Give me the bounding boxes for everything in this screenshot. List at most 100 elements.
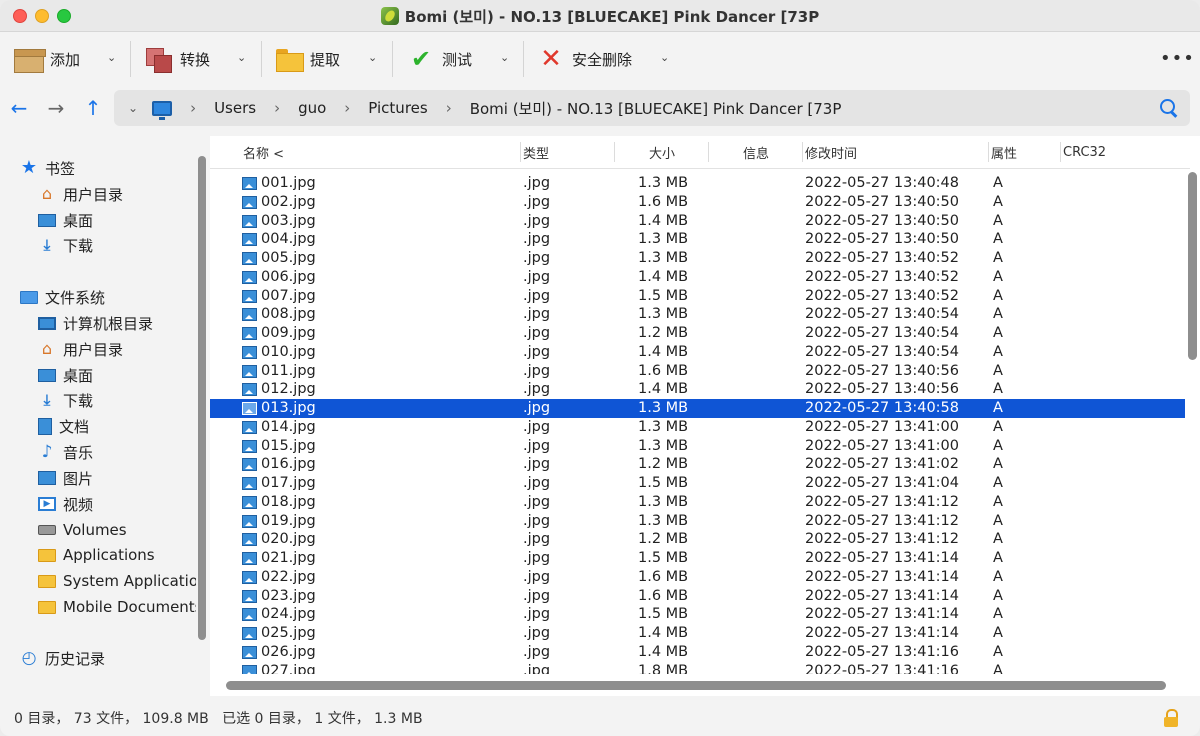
table-row[interactable]: 025.jpg .jpg 1.4 MB 2022-05-27 13:41:14 A	[210, 624, 1185, 643]
table-row[interactable]: 014.jpg .jpg 1.3 MB 2022-05-27 13:41:00 A	[210, 418, 1185, 437]
add-button[interactable]: 添加	[14, 43, 80, 75]
table-row[interactable]: 006.jpg .jpg 1.4 MB 2022-05-27 13:40:52 A	[210, 268, 1185, 287]
horizontal-scrollbar[interactable]	[226, 681, 1166, 690]
app-window: Bomi (보미) - NO.13 [BLUECAKE] Pink Dancer…	[0, 0, 1200, 736]
column-header-info[interactable]: 信息	[743, 136, 769, 168]
table-row[interactable]: 013.jpg .jpg 1.3 MB 2022-05-27 13:40:58 A	[210, 399, 1185, 418]
table-row[interactable]: 027.jpg .jpg 1.8 MB 2022-05-27 13:41:16 A	[210, 662, 1185, 674]
breadcrumb-current-archive[interactable]: Bomi (보미) - NO.13 [BLUECAKE] Pink Dancer…	[470, 98, 842, 119]
sidebar-item-applications[interactable]: Applications	[38, 544, 155, 566]
cell-size: 1.3 MB	[638, 175, 689, 191]
sidebar-item-desktop[interactable]: 桌面	[38, 364, 93, 386]
breadcrumb-users[interactable]: Users	[214, 99, 256, 117]
column-divider[interactable]	[1060, 142, 1061, 162]
sidebar-item-home[interactable]: ⌂ 用户目录	[38, 183, 123, 205]
up-arrow-icon[interactable]: ↑	[82, 96, 104, 120]
breadcrumb-guo[interactable]: guo	[298, 99, 326, 117]
image-file-icon	[242, 439, 257, 453]
computer-icon[interactable]	[152, 100, 173, 120]
table-row[interactable]: 007.jpg .jpg 1.5 MB 2022-05-27 13:40:52 A	[210, 287, 1185, 306]
column-divider[interactable]	[614, 142, 615, 162]
table-row[interactable]: 021.jpg .jpg 1.5 MB 2022-05-27 13:41:14 A	[210, 549, 1185, 568]
table-row[interactable]: 019.jpg .jpg 1.3 MB 2022-05-27 13:41:12 A	[210, 512, 1185, 531]
table-row[interactable]: 017.jpg .jpg 1.5 MB 2022-05-27 13:41:04 A	[210, 474, 1185, 493]
convert-button[interactable]: 转换	[144, 43, 210, 75]
search-icon[interactable]	[1160, 99, 1178, 117]
table-row[interactable]: 018.jpg .jpg 1.3 MB 2022-05-27 13:41:12 A	[210, 493, 1185, 512]
sidebar-item-home[interactable]: ⌂ 用户目录	[38, 338, 123, 360]
column-divider[interactable]	[520, 142, 521, 162]
sidebar-item-pictures[interactable]: 图片	[38, 467, 93, 489]
vertical-scrollbar[interactable]	[1188, 172, 1197, 360]
extract-button[interactable]: 提取	[274, 43, 340, 75]
table-row[interactable]: 002.jpg .jpg 1.6 MB 2022-05-27 13:40:50 A	[210, 193, 1185, 212]
star-icon: ★	[20, 157, 38, 178]
path-history-chevron-icon[interactable]: ⌄	[128, 101, 138, 115]
back-arrow-icon[interactable]: ←	[8, 96, 30, 120]
sidebar-item-videos[interactable]: ▶ 视频	[38, 493, 93, 515]
table-row[interactable]: 011.jpg .jpg 1.6 MB 2022-05-27 13:40:56 A	[210, 362, 1185, 381]
cell-name: 002.jpg	[261, 193, 316, 210]
table-row[interactable]: 022.jpg .jpg 1.6 MB 2022-05-27 13:41:14 A	[210, 568, 1185, 587]
cell-size: 1.6 MB	[638, 362, 689, 379]
column-divider[interactable]	[708, 142, 709, 162]
sidebar-item-downloads[interactable]: ⤓ 下载	[38, 234, 93, 256]
table-row[interactable]: 023.jpg .jpg 1.6 MB 2022-05-27 13:41:14 A	[210, 587, 1185, 606]
table-row[interactable]: 010.jpg .jpg 1.4 MB 2022-05-27 13:40:54 A	[210, 343, 1185, 362]
cell-modified: 2022-05-27 13:40:50	[805, 193, 959, 210]
sidebar-item-volumes[interactable]: Volumes	[38, 519, 127, 541]
column-header-type[interactable]: 类型	[523, 136, 549, 168]
sidebar-item-computer-root[interactable]: 计算机根目录	[38, 312, 153, 334]
cell-size: 1.5 MB	[638, 287, 689, 304]
breadcrumb-pictures[interactable]: Pictures	[368, 99, 427, 117]
secure-delete-dropdown-chevron-icon[interactable]: ⌄	[660, 51, 670, 64]
lock-icon[interactable]	[1164, 709, 1178, 727]
table-row[interactable]: 012.jpg .jpg 1.4 MB 2022-05-27 13:40:56 A	[210, 380, 1185, 399]
table-row[interactable]: 009.jpg .jpg 1.2 MB 2022-05-27 13:40:54 A	[210, 324, 1185, 343]
image-file-icon	[242, 308, 257, 322]
path-bar[interactable]: ⌄ › Users › guo › Pictures › Bomi (보미) -…	[114, 90, 1190, 126]
column-header-attributes[interactable]: 属性	[991, 136, 1017, 168]
column-header-crc32[interactable]: CRC32	[1063, 136, 1106, 168]
image-file-icon	[242, 252, 257, 265]
table-row[interactable]: 026.jpg .jpg 1.4 MB 2022-05-27 13:41:16 A	[210, 643, 1185, 662]
cell-type: .jpg	[523, 418, 551, 435]
cell-name: 014.jpg	[261, 418, 316, 435]
test-button[interactable]: ✔ 测试	[406, 43, 472, 75]
table-row[interactable]: 001.jpg .jpg 1.3 MB 2022-05-27 13:40:48 A	[210, 174, 1185, 193]
cell-size: 1.3 MB	[638, 418, 689, 435]
column-divider[interactable]	[802, 142, 803, 162]
cell-attributes: A	[993, 193, 1003, 210]
sidebar-item-desktop[interactable]: 桌面	[38, 209, 93, 231]
table-row[interactable]: 003.jpg .jpg 1.4 MB 2022-05-27 13:40:50 A	[210, 212, 1185, 231]
secure-delete-button[interactable]: ✕ 安全删除	[536, 43, 632, 75]
sidebar-item-downloads[interactable]: ⤓ 下载	[38, 389, 93, 411]
sidebar-item-music[interactable]: ♪ 音乐	[38, 441, 93, 463]
column-header-name[interactable]: 名称 <	[243, 136, 284, 168]
more-options-icon[interactable]: •••	[1160, 50, 1195, 68]
table-row[interactable]: 020.jpg .jpg 1.2 MB 2022-05-27 13:41:12 A	[210, 530, 1185, 549]
sidebar-header-bookmarks[interactable]: ★ 书签	[20, 157, 75, 179]
sidebar-item-documents[interactable]: 文档	[38, 415, 89, 437]
table-row[interactable]: 024.jpg .jpg 1.5 MB 2022-05-27 13:41:14 A	[210, 605, 1185, 624]
column-header-modified[interactable]: 修改时间	[805, 136, 857, 168]
table-row[interactable]: 005.jpg .jpg 1.3 MB 2022-05-27 13:40:52 A	[210, 249, 1185, 268]
sidebar-item-mobile-documents[interactable]: Mobile Documents	[38, 596, 196, 618]
table-row[interactable]: 004.jpg .jpg 1.3 MB 2022-05-27 13:40:50 A	[210, 230, 1185, 249]
table-row[interactable]: 016.jpg .jpg 1.2 MB 2022-05-27 13:41:02 A	[210, 455, 1185, 474]
cell-modified: 2022-05-27 13:41:14	[805, 568, 959, 585]
test-dropdown-chevron-icon[interactable]: ⌄	[500, 51, 510, 64]
sidebar-item-system-applications[interactable]: System Applications	[38, 570, 196, 592]
table-row[interactable]: 008.jpg .jpg 1.3 MB 2022-05-27 13:40:54 A	[210, 305, 1185, 324]
column-divider[interactable]	[988, 142, 989, 162]
sidebar-header-filesystem[interactable]: 文件系统	[20, 286, 105, 308]
add-dropdown-chevron-icon[interactable]: ⌄	[107, 51, 117, 64]
forward-arrow-icon[interactable]: →	[45, 96, 67, 120]
column-header-size[interactable]: 大小	[649, 136, 675, 168]
convert-dropdown-chevron-icon[interactable]: ⌄	[237, 51, 247, 64]
convert-icon	[144, 46, 174, 73]
sidebar-header-history[interactable]: ◴ 历史记录	[20, 647, 105, 669]
table-row[interactable]: 015.jpg .jpg 1.3 MB 2022-05-27 13:41:00 A	[210, 437, 1185, 456]
extract-dropdown-chevron-icon[interactable]: ⌄	[368, 51, 378, 64]
sidebar-scrollbar[interactable]	[198, 156, 206, 640]
